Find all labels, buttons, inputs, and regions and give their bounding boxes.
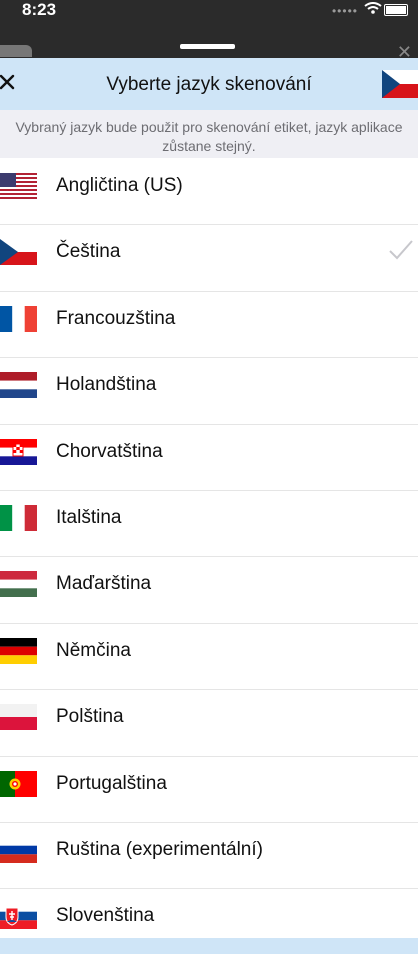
- status-time: 8:23: [22, 0, 57, 19]
- language-row[interactable]: Polština: [0, 690, 418, 757]
- page-title: Vyberte jazyk skenování: [106, 74, 312, 95]
- language-label: Polština: [56, 706, 124, 728]
- battery-icon: [384, 4, 408, 16]
- language-label: Čeština: [56, 241, 121, 263]
- language-label: Portugalština: [56, 772, 167, 794]
- status-bar: 8:23 ••••• ✕: [0, 0, 418, 62]
- pt-flag-icon: [0, 770, 37, 797]
- language-label: Maďarština: [56, 573, 152, 595]
- us-flag-icon: [0, 173, 37, 199]
- language-row[interactable]: Chorvatština: [0, 425, 418, 491]
- language-row[interactable]: Angličtina (US): [0, 159, 418, 226]
- language-label: Holandština: [56, 374, 157, 396]
- language-row[interactable]: Portugalština: [0, 757, 418, 823]
- language-row[interactable]: Čeština: [0, 225, 418, 292]
- pl-flag-icon: [0, 704, 37, 731]
- language-label: Italština: [56, 506, 122, 528]
- fr-flag-icon: [0, 305, 37, 332]
- background-sheet-edge: [0, 45, 32, 57]
- language-row[interactable]: Francouzština: [0, 292, 418, 359]
- language-row[interactable]: Němčina: [0, 624, 418, 691]
- language-label: Němčina: [56, 639, 131, 661]
- language-list: Angličtina (US) Čeština Francouzština Ho…: [0, 159, 418, 954]
- header-bar: Vyberte jazyk skenování: [0, 58, 418, 110]
- cz-flag-icon[interactable]: [382, 70, 418, 98]
- language-label: Francouzština: [56, 307, 176, 329]
- wifi-icon: [364, 2, 382, 14]
- language-row[interactable]: Italština: [0, 491, 418, 558]
- sk-flag-icon: [0, 903, 37, 930]
- language-row[interactable]: Maďarština: [0, 557, 418, 624]
- signal-icon: •••••: [331, 4, 358, 18]
- it-flag-icon: [0, 504, 37, 531]
- language-label: Slovenština: [56, 905, 155, 927]
- sheet-grabber[interactable]: [180, 44, 235, 49]
- footer-bar: [0, 938, 418, 954]
- language-label: Ruština (experimentální): [56, 838, 263, 860]
- ru-flag-icon: [0, 836, 37, 863]
- cz-flag-icon: [0, 239, 37, 266]
- nl-flag-icon: [0, 372, 37, 399]
- checkmark-icon: [389, 240, 413, 260]
- language-row[interactable]: Holandština: [0, 358, 418, 425]
- info-text: Vybraný jazyk bude použit pro skenování …: [0, 110, 418, 158]
- language-row[interactable]: Ruština (experimentální): [0, 823, 418, 890]
- language-label: Chorvatština: [56, 440, 163, 462]
- hr-flag-icon: [0, 438, 37, 465]
- hu-flag-icon: [0, 571, 37, 598]
- de-flag-icon: [0, 637, 37, 664]
- language-picker-sheet: Vyberte jazyk skenování Vybraný jazyk bu…: [0, 58, 418, 954]
- language-label: Angličtina (US): [56, 175, 183, 196]
